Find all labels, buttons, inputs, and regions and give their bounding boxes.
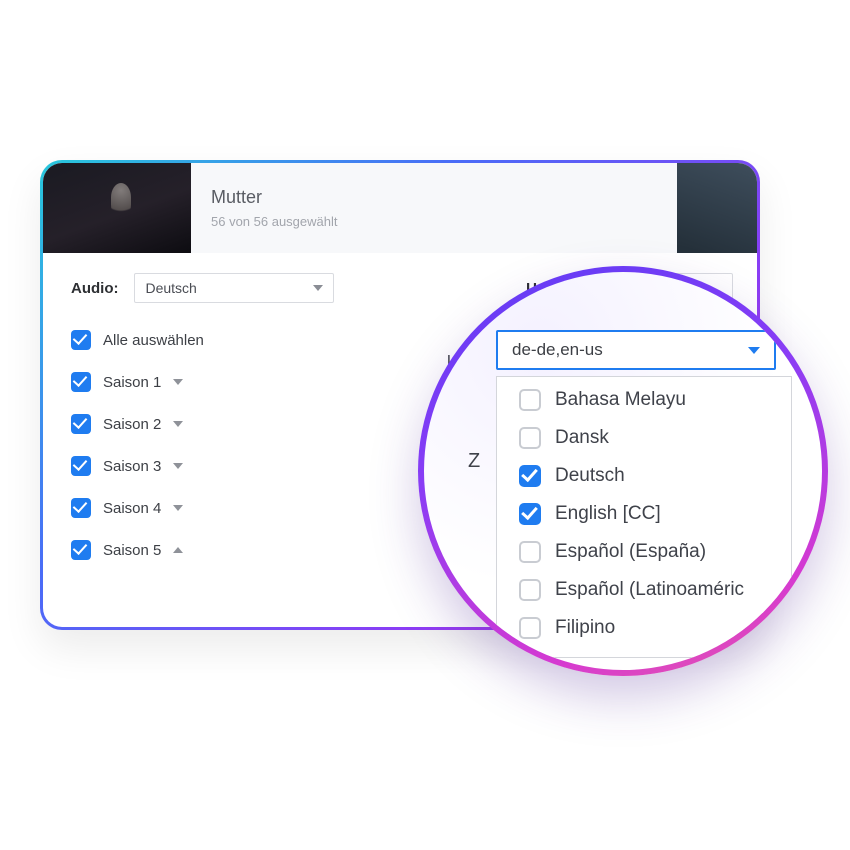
checkbox-icon[interactable] (71, 330, 91, 350)
subtitle-option[interactable]: Deutsch (497, 457, 791, 495)
chevron-up-icon (173, 547, 183, 553)
select-all-label: Alle auswählen (103, 332, 204, 349)
chevron-down-icon (173, 379, 183, 385)
option-label: Filipino (555, 617, 615, 639)
checkbox-icon[interactable] (71, 372, 91, 392)
subtitle-option[interactable]: English [CC] (497, 495, 791, 533)
checkbox-icon[interactable] (519, 503, 541, 525)
chevron-down-icon (173, 421, 183, 427)
season-label: Saison 4 (103, 500, 161, 517)
option-label: Dansk (555, 427, 609, 449)
checkbox-icon[interactable] (71, 540, 91, 560)
subtitle-option[interactable]: Dansk (497, 419, 791, 457)
chevron-down-icon (173, 505, 183, 511)
checkbox-icon[interactable] (71, 456, 91, 476)
magnifier-bubble: de-de,en-us Bahasa Melayu Dansk Deutsch … (418, 266, 828, 676)
subtitle-options-list: Bahasa Melayu Dansk Deutsch English [CC]… (496, 376, 792, 658)
checkbox-icon[interactable] (519, 427, 541, 449)
subtitle-option[interactable]: Español (España) (497, 533, 791, 571)
option-label: English [CC] (555, 503, 661, 525)
subtitle-dropdown-value: de-de,en-us (512, 340, 603, 360)
selection-count: 56 von 56 ausgewählt (211, 214, 337, 229)
season-label: Saison 2 (103, 416, 161, 433)
checkbox-icon[interactable] (519, 617, 541, 639)
checkbox-icon[interactable] (519, 465, 541, 487)
checkbox-icon[interactable] (71, 414, 91, 434)
subtitle-option[interactable]: Español (Latinoaméric (497, 571, 791, 609)
subtitle-option[interactable]: Bahasa Melayu (497, 381, 791, 419)
subtitle-dropdown-open[interactable]: de-de,en-us (496, 330, 776, 370)
magnifier-content: de-de,en-us Bahasa Melayu Dansk Deutsch … (424, 272, 822, 670)
audio-dropdown[interactable]: Deutsch (134, 273, 334, 303)
checkbox-icon[interactable] (71, 498, 91, 518)
media-header-text: Mutter 56 von 56 ausgewählt (191, 163, 357, 253)
option-label: Español (Latinoaméric (555, 579, 744, 601)
subtitle-option[interactable]: Filipino (497, 609, 791, 647)
season-label: Saison 5 (103, 542, 161, 559)
audio-label: Audio: (71, 280, 118, 297)
season-label: Saison 1 (103, 374, 161, 391)
media-backdrop (677, 163, 757, 253)
media-header: Mutter 56 von 56 ausgewählt (43, 163, 757, 253)
checkbox-icon[interactable] (519, 389, 541, 411)
cancel-fragment: Z (468, 450, 480, 473)
media-title: Mutter (211, 187, 337, 208)
caret-down-icon (748, 347, 760, 354)
caret-down-icon (313, 285, 323, 291)
option-label: Deutsch (555, 465, 625, 487)
option-label: Bahasa Melayu (555, 389, 686, 411)
season-label: Saison 3 (103, 458, 161, 475)
audio-dropdown-value: Deutsch (145, 280, 196, 296)
media-thumbnail (43, 163, 191, 253)
option-label: Español (España) (555, 541, 706, 563)
checkbox-icon[interactable] (519, 579, 541, 601)
chevron-down-icon (173, 463, 183, 469)
checkbox-icon[interactable] (519, 541, 541, 563)
